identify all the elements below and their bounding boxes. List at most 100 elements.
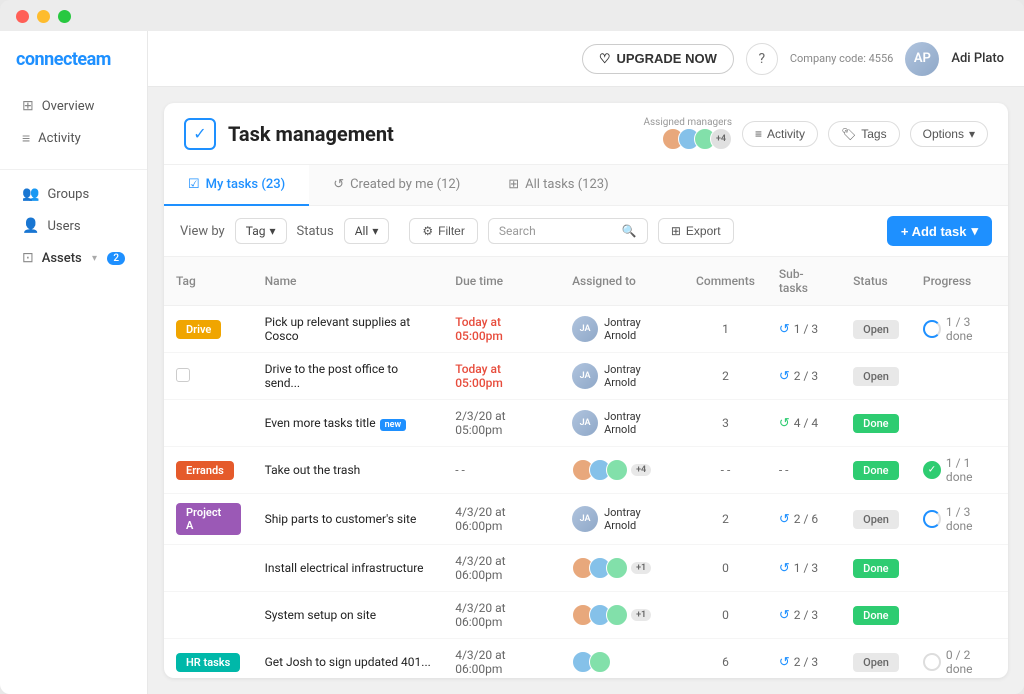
sidebar-item-users[interactable]: 👤 Users	[6, 210, 141, 242]
activity-button[interactable]: ≡ Activity	[742, 121, 818, 147]
cell-due-time: 4/3/20 at 06:00pm	[443, 545, 560, 592]
sidebar-item-overview[interactable]: ⊞ Overview	[6, 90, 141, 122]
filter-icon: ⚙	[422, 224, 433, 238]
manager-avatars: +4	[662, 128, 732, 150]
cell-subtasks: ↺2 / 3	[767, 592, 841, 639]
cell-due-time: 4/3/20 at 06:00pm	[443, 494, 560, 545]
cell-name: Take out the trash	[253, 447, 444, 494]
help-button[interactable]: ?	[746, 43, 778, 75]
tab-all-tasks[interactable]: ⊞ All tasks (123)	[484, 165, 632, 206]
table-row[interactable]: Project AShip parts to customer's site4/…	[164, 494, 1008, 545]
table-row[interactable]: Install electrical infrastructure4/3/20 …	[164, 545, 1008, 592]
cell-progress	[911, 592, 1008, 639]
cell-assigned-to: +1	[560, 592, 684, 639]
status-label: Status	[297, 224, 334, 239]
cell-assigned-to	[560, 639, 684, 679]
col-progress: Progress	[911, 257, 1008, 306]
user-name: Adi Plato	[951, 51, 1004, 66]
cell-name: Pick up relevant supplies at Cosco	[253, 306, 444, 353]
add-task-button[interactable]: + Add task ▾	[887, 216, 992, 246]
cell-comments: 3	[684, 400, 767, 447]
tab-created-by-me[interactable]: ↺ Created by me (12)	[309, 165, 484, 206]
toolbar: View by Tag ▾ Status All ▾ ⚙ Filter	[164, 206, 1008, 257]
cell-progress	[911, 353, 1008, 400]
table-row[interactable]: ErrandsTake out the trash- -+4- -- -Done…	[164, 447, 1008, 494]
cell-status: Done	[841, 447, 911, 494]
cell-status: Open	[841, 639, 911, 679]
col-subtasks: Sub-tasks	[767, 257, 841, 306]
table-row[interactable]: Even more tasks titlenew2/3/20 at 05:00p…	[164, 400, 1008, 447]
col-comments: Comments	[684, 257, 767, 306]
cell-comments: 0	[684, 592, 767, 639]
export-button[interactable]: ⊞ Export	[658, 218, 734, 244]
cell-assigned-to: JAJontray Arnold	[560, 494, 684, 545]
maximize-button[interactable]	[58, 10, 71, 23]
user-icon: 👤	[22, 218, 39, 234]
table-row[interactable]: Drive to the post office to send...Today…	[164, 353, 1008, 400]
history-icon: ↺	[333, 177, 344, 192]
question-icon: ?	[759, 51, 766, 67]
sidebar-divider	[0, 169, 147, 170]
export-icon: ⊞	[671, 224, 681, 238]
sidebar-section-manage: 👥 Groups 👤 Users ⊡ Assets ▾ 2	[0, 178, 147, 274]
table-row[interactable]: DrivePick up relevant supplies at CoscoT…	[164, 306, 1008, 353]
status-select[interactable]: All ▾	[344, 218, 390, 244]
cell-progress	[911, 545, 1008, 592]
chevron-down-icon: ▾	[971, 223, 978, 239]
manager-avatar-count: +4	[710, 128, 732, 150]
cell-status: Done	[841, 592, 911, 639]
cell-name: Even more tasks titlenew	[253, 400, 444, 447]
filter-button[interactable]: ⚙ Filter	[409, 218, 477, 244]
cell-assigned-to: +1	[560, 545, 684, 592]
cell-tag: Errands	[164, 447, 253, 494]
tab-my-tasks[interactable]: ☑ My tasks (23)	[164, 165, 309, 206]
view-by-select[interactable]: Tag ▾	[235, 218, 287, 244]
user-avatar[interactable]: AP	[905, 42, 939, 76]
cell-subtasks: ↺1 / 3	[767, 306, 841, 353]
cell-due-time: 4/3/20 at 06:00pm	[443, 592, 560, 639]
tag-icon: 🏷	[841, 127, 856, 141]
cell-tag: Project A	[164, 494, 253, 545]
topbar: ♡ UPGRADE NOW ? Company code: 4556 AP Ad…	[148, 31, 1024, 87]
sidebar-item-groups[interactable]: 👥 Groups	[6, 178, 141, 210]
table-row[interactable]: HR tasksGet Josh to sign updated 401...4…	[164, 639, 1008, 679]
col-assigned-to: Assigned to	[560, 257, 684, 306]
options-button[interactable]: Options ▾	[910, 121, 988, 147]
cell-due-time: 2/3/20 at 05:00pm	[443, 400, 560, 447]
tab-bar: ☑ My tasks (23) ↺ Created by me (12) ⊞ A…	[164, 165, 1008, 206]
grid-small-icon: ⊡	[22, 250, 34, 266]
cell-status: Open	[841, 306, 911, 353]
cell-tag: Drive	[164, 306, 253, 353]
cell-comments: 0	[684, 545, 767, 592]
header-actions: Assigned managers +4 ≡ Activity	[644, 117, 989, 150]
tasks-icon: ☑	[188, 177, 200, 192]
task-checkbox[interactable]	[176, 368, 190, 382]
cell-subtasks: ↺2 / 6	[767, 494, 841, 545]
search-box[interactable]: Search 🔍	[488, 218, 648, 244]
upgrade-button[interactable]: ♡ UPGRADE NOW	[582, 44, 734, 74]
company-info: Company code: 4556	[790, 51, 893, 66]
cell-comments: 6	[684, 639, 767, 679]
cell-due-time: - -	[443, 447, 560, 494]
minimize-button[interactable]	[37, 10, 50, 23]
table-row[interactable]: System setup on site4/3/20 at 06:00pm+10…	[164, 592, 1008, 639]
cell-tag	[164, 353, 253, 400]
col-due-time: Due time	[443, 257, 560, 306]
close-button[interactable]	[16, 10, 29, 23]
cell-progress: 1 / 3 done	[911, 494, 1008, 545]
task-table-container: Tag Name Due time Assigned to Comments S…	[164, 257, 1008, 678]
cell-progress: 1 / 3 done	[911, 306, 1008, 353]
sidebar-item-activity[interactable]: ≡ Activity	[6, 122, 141, 155]
sidebar-item-assets[interactable]: ⊡ Assets ▾ 2	[6, 242, 141, 274]
view-by-label: View by	[180, 224, 225, 239]
cell-progress: 0 / 2 done	[911, 639, 1008, 679]
tags-button[interactable]: 🏷 Tags	[828, 121, 900, 147]
activity-icon: ≡	[755, 127, 762, 141]
grid-icon: ⊞	[508, 177, 519, 192]
cell-name: System setup on site	[253, 592, 444, 639]
sidebar: connecteam ⊞ Overview ≡ Activity 👥 Group…	[0, 31, 148, 694]
app-logo: connecteam	[0, 49, 147, 90]
card-header: ✓ Task management Assigned managers +4	[164, 103, 1008, 165]
chevron-down-icon: ▾	[969, 127, 975, 141]
cell-due-time: Today at 05:00pm	[443, 353, 560, 400]
